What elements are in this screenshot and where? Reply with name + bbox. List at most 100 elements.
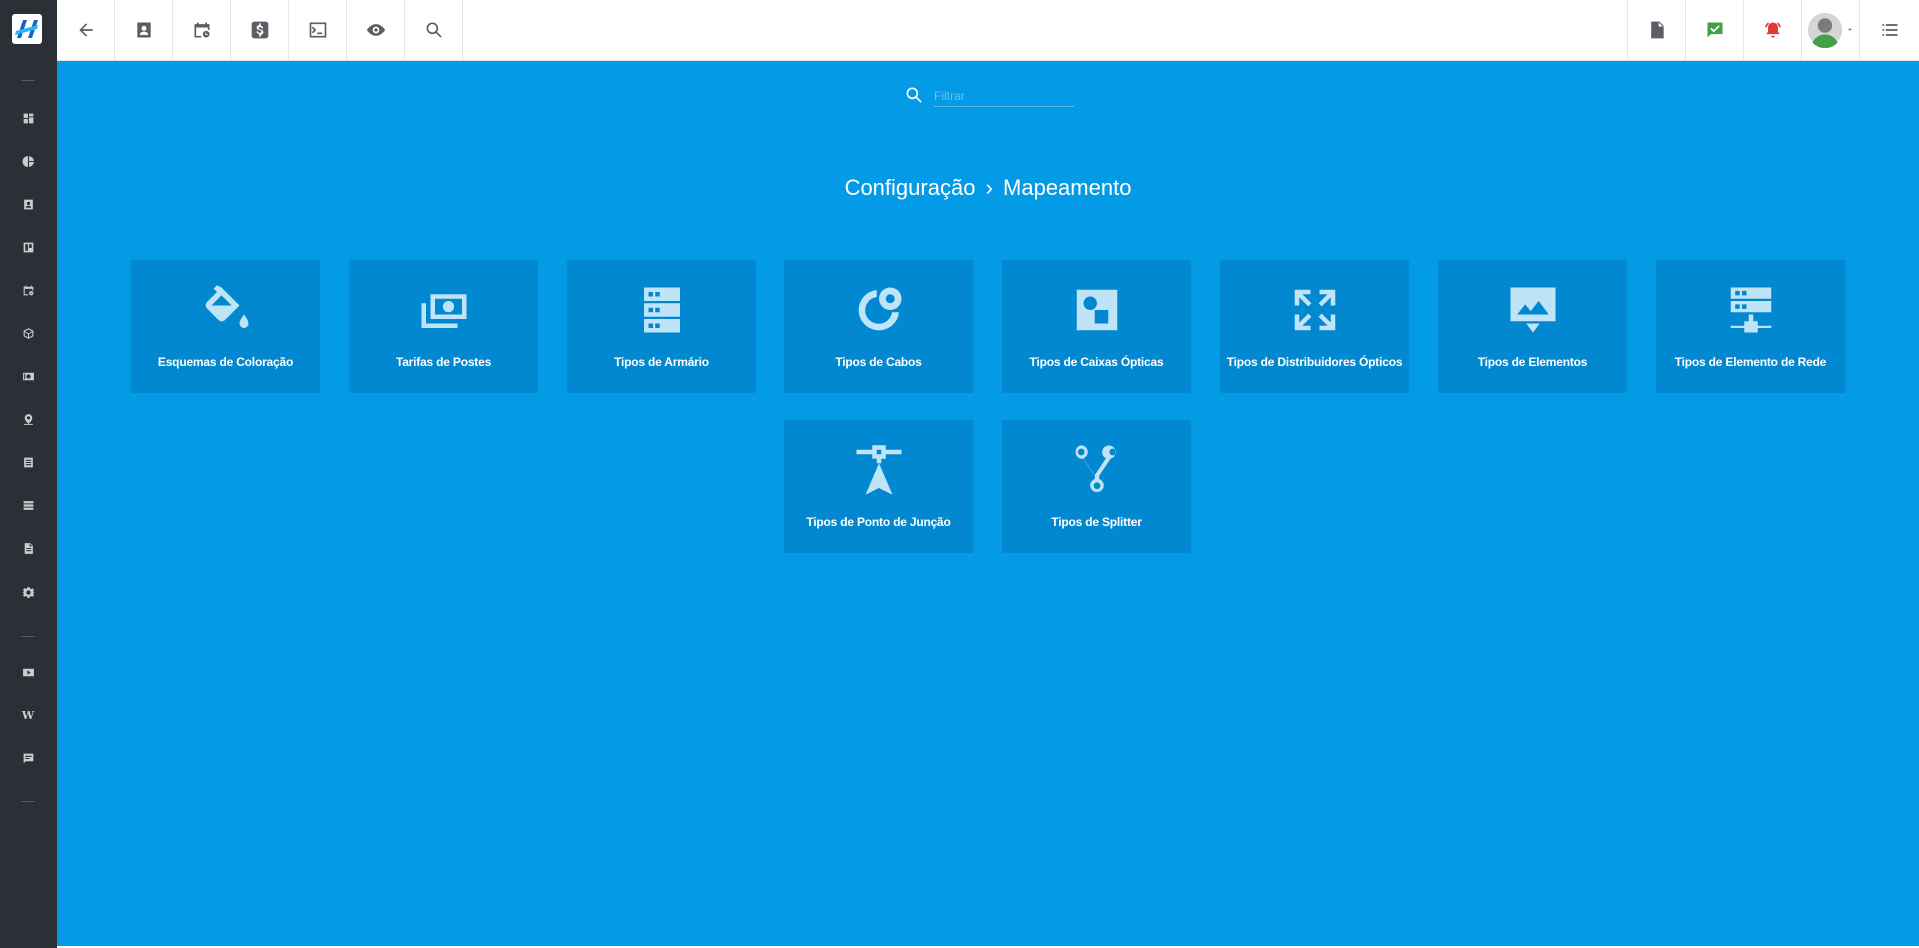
sidebar-divider [21,80,35,81]
tasks-button[interactable] [1685,0,1743,60]
main-content: Configuração › Mapeamento Esquemas de Co… [57,61,1919,948]
calendar-clock-icon [194,22,209,38]
wiki-icon: W [21,708,35,722]
sidebar-item-board[interactable] [17,236,39,258]
document-icon [24,542,33,554]
card-tipos-splitter[interactable]: Tipos de Splitter [1002,420,1191,553]
dollar-icon [251,21,268,39]
sidebar-divider [21,636,35,637]
user-menu-button[interactable] [1801,0,1859,60]
pdf-icon [1650,21,1664,39]
card-tipos-cabos[interactable]: Tipos de Cabos [784,260,973,393]
card-label: Tipos de Armário [614,355,709,369]
video-icon [22,668,34,676]
view-button[interactable] [347,0,405,60]
card-label: Tipos de Elementos [1477,355,1588,369]
pdf-button[interactable] [1627,0,1685,60]
sidebar-item-finance[interactable] [17,365,39,387]
filter-box [904,81,1094,111]
sidebar-item-videos[interactable] [17,661,39,683]
card-tipos-armario[interactable]: Tipos de Armário [567,260,756,393]
sidebar-item-charts[interactable] [17,150,39,172]
calendar-clock-icon [23,285,33,295]
junction-point-icon [856,445,901,495]
back-arrow-icon [78,23,93,37]
search-button[interactable] [405,0,463,60]
card-tipos-distribuidores-opticos[interactable]: Tipos de Distribuidores Ópticos [1220,260,1409,393]
gear-icon [21,586,35,598]
server-icon [23,500,33,510]
sidebar-item-wiki[interactable]: W [17,704,39,726]
card-label: Tipos de Elemento de Rede [1674,355,1827,369]
card-label: Tipos de Cabos [835,355,922,369]
sidebar-item-documents[interactable] [17,537,39,559]
sidebar-item-schedule[interactable] [17,279,39,301]
chevron-down-icon [1847,28,1852,31]
card-tarifas-postes[interactable]: Tarifas de Postes [349,260,538,393]
breadcrumb-separator: › [985,175,993,200]
card-tipos-elemento-rede[interactable]: Tipos de Elemento de Rede [1656,260,1845,393]
pie-chart-icon [22,155,34,167]
eye-icon [366,24,385,36]
paint-bucket-icon [205,285,248,328]
cable-icon [858,287,901,331]
cabinet-icon [643,287,680,333]
card-tipos-ponto-juncao[interactable]: Tipos de Ponto de Junção [784,420,973,553]
network-server-icon [1730,287,1771,333]
contact-card-icon [23,199,33,209]
filter-input[interactable] [934,85,1074,107]
menu-button[interactable] [1859,0,1919,60]
terminal-icon [309,22,326,38]
optical-box-icon [1076,289,1117,331]
breadcrumb-parent[interactable]: Configuração [845,175,976,200]
sidebar-item-settings[interactable] [17,581,39,603]
alarms-button[interactable] [1743,0,1801,60]
sidebar-item-servers[interactable] [17,494,39,516]
sidebar-divider [21,801,35,802]
breadcrumb-current: Mapeamento [1003,175,1132,200]
search-icon [426,22,442,38]
map-pin-icon [23,413,33,425]
sidebar-item-inventory[interactable] [17,322,39,344]
card-label: Tipos de Distribuidores Ópticos [1226,355,1403,369]
avatar [1807,12,1842,48]
finance-button[interactable] [231,0,289,60]
money-stack-icon [421,294,466,328]
logo-icon [15,20,38,38]
map-board-icon [23,242,33,252]
alarm-icon [1764,22,1781,38]
sidebar: W [0,0,57,948]
dashboard-icon [23,113,33,123]
money-icon [22,372,34,380]
back-button[interactable] [57,0,115,60]
card-label: Tipos de Splitter [1051,515,1142,529]
sidebar-item-contacts[interactable] [17,193,39,215]
contacts-button[interactable] [115,0,173,60]
breadcrumb: Configuração › Mapeamento [57,175,1919,201]
chat-icon [23,753,33,763]
contact-icon [136,22,151,38]
sidebar-item-lists[interactable] [17,451,39,473]
app-logo[interactable] [12,14,42,44]
card-tipos-caixas-opticas[interactable]: Tipos de Caixas Ópticas [1002,260,1191,393]
sidebar-item-dashboard[interactable] [17,107,39,129]
terminal-button[interactable] [289,0,347,60]
sidebar-item-maps[interactable] [17,408,39,430]
card-label: Tipos de Ponto de Junção [806,515,951,529]
card-esquemas-coloracao[interactable]: Esquemas de Coloração [131,260,320,393]
image-frame-icon [1510,287,1555,333]
cube-icon [23,327,33,339]
card-label: Tipos de Caixas Ópticas [1029,355,1164,369]
chat-check-icon [1707,22,1722,38]
card-tipos-elementos[interactable]: Tipos de Elementos [1438,260,1627,393]
sidebar-item-chat[interactable] [17,747,39,769]
search-icon [906,87,922,103]
schedule-button[interactable] [173,0,231,60]
top-toolbar [57,0,1919,61]
expand-arrows-icon [1294,289,1335,331]
list-icon [23,457,33,467]
splitter-icon [1075,445,1116,493]
card-label: Tarifas de Postes [395,355,492,369]
card-label: Esquemas de Coloração [157,355,294,369]
menu-list-icon [1882,24,1897,36]
